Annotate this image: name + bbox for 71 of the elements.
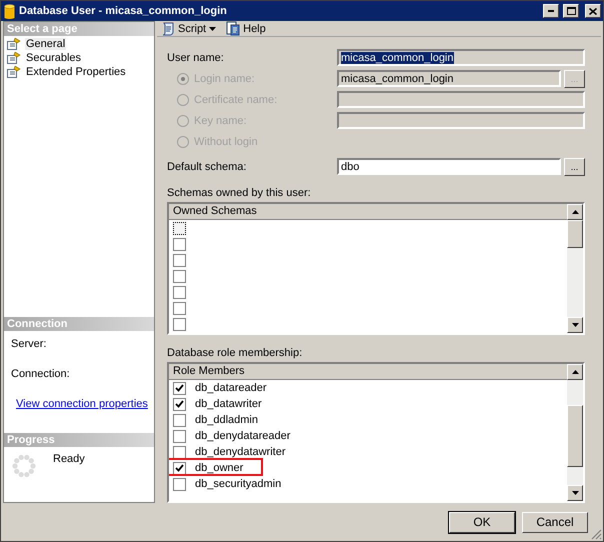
role-name: db_ddladmin [195, 414, 258, 426]
connection-label: Connection: [11, 368, 71, 380]
document-icon [226, 21, 240, 36]
checkbox[interactable] [173, 286, 186, 298]
checkbox[interactable] [173, 478, 186, 490]
sidebar-item[interactable]: General [25, 38, 66, 50]
role-name: db_denydatawriter [195, 446, 286, 458]
role-name: db_datareader [195, 382, 267, 394]
progress-status: Ready [52, 453, 85, 467]
checkbox[interactable] [173, 238, 186, 250]
role-name: db_denydatareader [195, 430, 290, 442]
role-name: db_owner [195, 462, 244, 474]
maximize-icon [566, 7, 576, 15]
scrollbar[interactable] [567, 204, 583, 333]
default-schema-field[interactable]: dbo [337, 158, 561, 175]
checkbox[interactable] [173, 414, 186, 426]
down-arrow-icon[interactable] [572, 323, 578, 327]
checkbox[interactable] [173, 398, 186, 410]
checkbox[interactable] [173, 222, 186, 234]
checkbox[interactable] [173, 254, 186, 266]
script-dropdown-button[interactable]: Script [159, 22, 218, 36]
scroll-icon [161, 22, 175, 36]
help-button[interactable]: Help [224, 21, 268, 36]
name-field[interactable] [337, 112, 585, 129]
user-name-field[interactable]: micasa_common_login [337, 49, 585, 66]
section-header: Connection [4, 317, 154, 331]
role-membership-label: Database role membership: [167, 347, 304, 361]
column-header: Owned Schemas [169, 204, 567, 220]
down-arrow-icon[interactable] [572, 491, 578, 495]
scroll-thumb[interactable] [567, 405, 583, 467]
column-header: Role Members [169, 364, 567, 380]
check-icon [175, 464, 184, 472]
role-name: db_securityadmin [195, 478, 282, 490]
user-name-label: User name: [167, 52, 224, 64]
page-icon [7, 66, 21, 78]
dialog-button[interactable]: OK [449, 512, 515, 532]
name-field[interactable] [337, 91, 585, 108]
minimize-icon [548, 10, 554, 12]
scrollbar[interactable] [567, 364, 583, 501]
sidebar-item[interactable]: Securables [25, 52, 82, 64]
close-button[interactable] [585, 4, 601, 18]
page-icon [7, 52, 21, 64]
minimize-button[interactable] [543, 4, 559, 18]
connection-properties-link[interactable]: View connection properties [16, 398, 148, 410]
server-label: Server: [11, 338, 48, 350]
scroll-thumb[interactable] [567, 220, 583, 248]
checkbox[interactable] [173, 462, 186, 474]
section-header: Select a page [4, 22, 154, 36]
default-schema-label: Default schema: [167, 160, 246, 172]
browse-button[interactable]: ... [564, 158, 585, 176]
role-name: db_datawriter [195, 398, 262, 410]
dialog-button[interactable]: Cancel [522, 512, 588, 532]
maximize-button[interactable] [563, 4, 579, 18]
close-icon [589, 8, 597, 14]
checkbox[interactable] [173, 270, 186, 282]
owned-schemas-label: Schemas owned by this user: [167, 187, 312, 201]
checkbox[interactable] [173, 430, 186, 442]
up-arrow-icon[interactable] [572, 370, 578, 374]
checkbox[interactable] [173, 382, 186, 394]
page-icon [7, 38, 21, 50]
checkbox[interactable] [173, 318, 186, 330]
caret-icon [209, 26, 216, 30]
database-icon [4, 4, 15, 18]
resize-grip-icon[interactable] [591, 529, 602, 540]
up-arrow-icon[interactable] [572, 210, 578, 214]
progress-spinner-icon [11, 453, 37, 479]
window-title: Database User - micasa_common_login [19, 5, 228, 17]
checkbox[interactable] [173, 446, 186, 458]
checkbox[interactable] [173, 302, 186, 314]
sidebar-item[interactable]: Extended Properties [25, 66, 127, 78]
section-header: Progress [4, 433, 154, 447]
